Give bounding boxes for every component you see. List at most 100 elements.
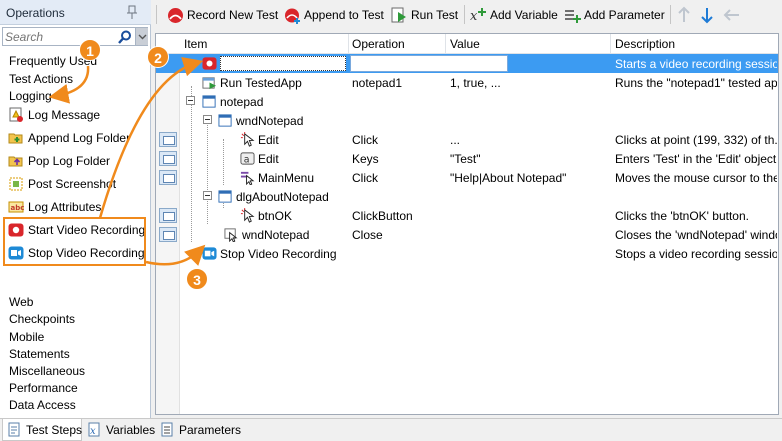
start-video-recording-icon (202, 57, 217, 70)
collapse-toggle[interactable] (203, 191, 212, 200)
video-ops-highlight (3, 217, 146, 266)
test-steps-icon (8, 422, 20, 437)
column-divider[interactable] (348, 34, 349, 54)
callout-badge-1: 1 (79, 39, 101, 61)
row-indicator[interactable] (159, 227, 177, 242)
row-indicator[interactable] (159, 170, 177, 185)
column-header-description[interactable]: Description (615, 37, 675, 51)
operation-cell[interactable]: Click (352, 133, 444, 147)
run-tested-app-icon (202, 77, 217, 90)
parameters-icon (161, 422, 173, 437)
column-divider[interactable] (610, 34, 611, 54)
item-cell[interactable]: MainMenu (258, 171, 346, 185)
operation-cell[interactable]: ClickButton (352, 209, 444, 223)
description-cell[interactable]: Moves the mouse cursor to the... (615, 171, 777, 185)
pin-icon[interactable] (124, 4, 140, 20)
add-parameter-icon (565, 10, 581, 23)
record-new-test-button[interactable]: Record New Test (167, 4, 279, 26)
description-cell[interactable]: Clicks the 'btnOK' button. (615, 209, 777, 223)
item-cell[interactable]: notepad (220, 95, 346, 109)
category-performance[interactable]: Performance (9, 381, 78, 395)
table-row[interactable]: MainMenu Click "Help|About Notepad" Move… (156, 168, 778, 187)
category-logging[interactable]: Logging (9, 89, 52, 103)
category-checkpoints[interactable]: Checkpoints (9, 312, 75, 326)
description-cell[interactable]: Runs the "notepad1" tested ap... (615, 76, 777, 90)
add-parameter-button[interactable]: Add Parameter (564, 4, 670, 26)
tab-test-steps[interactable]: Test Steps (2, 419, 82, 441)
table-row[interactable]: a Edit Keys "Test" Enters 'Test' in the … (156, 149, 778, 168)
table-row[interactable]: wndNotepad Close Closes the 'wndNotepad'… (156, 225, 778, 244)
row-indicator[interactable] (159, 151, 177, 166)
table-row[interactable]: dlgAboutNotepad (156, 187, 778, 206)
table-row[interactable]: wndNotepad (156, 111, 778, 130)
item-cell[interactable]: Edit (258, 133, 346, 147)
category-web[interactable]: Web (9, 295, 33, 309)
column-header-value[interactable]: Value (450, 37, 480, 51)
process-icon (202, 95, 216, 108)
collapse-toggle[interactable] (203, 115, 212, 124)
collapse-toggle[interactable] (186, 96, 195, 105)
search-icon[interactable] (117, 29, 133, 45)
row-indicator[interactable] (159, 132, 177, 147)
value-cell[interactable]: ... (450, 133, 608, 147)
category-miscellaneous[interactable]: Miscellaneous (9, 364, 85, 378)
value-cell[interactable]: 1, true, ... (450, 76, 608, 90)
description-cell[interactable]: Stops a video recording sessio... (615, 247, 777, 261)
append-record-icon (285, 8, 300, 24)
search-dropdown-button[interactable] (135, 28, 148, 45)
item-cell[interactable]: wndNotepad (236, 114, 346, 128)
operation-cell[interactable]: Click (352, 171, 444, 185)
table-row[interactable]: btnOK ClickButton Clicks the 'btnOK' but… (156, 206, 778, 225)
move-left-icon[interactable] (723, 7, 741, 23)
item-cell[interactable]: Run TestedApp (220, 76, 346, 90)
toolbar-separator (670, 5, 671, 24)
operation-cell[interactable]: Keys (352, 152, 444, 166)
description-cell[interactable]: Clicks at point (199, 332) of th... (615, 133, 777, 147)
close-window-icon (224, 228, 238, 242)
operation-cell[interactable]: notepad1 (352, 76, 444, 90)
window-icon (218, 114, 232, 127)
value-cell[interactable]: "Test" (450, 152, 608, 166)
description-cell[interactable]: Starts a video recording sessio... (615, 57, 777, 71)
move-up-icon[interactable] (677, 6, 691, 24)
svg-text:abc: abc (11, 204, 25, 212)
description-cell[interactable]: Closes the 'wndNotepad' window. (615, 228, 777, 242)
table-row[interactable]: Start Video Recording Starts a video rec… (156, 54, 778, 73)
column-header-item[interactable]: Item (184, 37, 207, 51)
category-test-actions[interactable]: Test Actions (9, 72, 73, 86)
callout-badge-2: 2 (147, 46, 169, 68)
svg-text:x: x (470, 9, 478, 24)
move-down-icon[interactable] (700, 6, 714, 24)
table-row[interactable]: notepad (156, 92, 778, 111)
table-row[interactable]: Edit Click ... Clicks at point (199, 332… (156, 130, 778, 149)
table-row[interactable]: Stop Video Recording Stops a video recor… (156, 244, 778, 263)
run-test-button[interactable]: Run Test (391, 4, 461, 26)
item-cell[interactable]: wndNotepad (242, 228, 346, 242)
search-input[interactable] (5, 29, 115, 44)
variables-icon: x (88, 422, 100, 437)
value-cell[interactable]: "Help|About Notepad" (450, 171, 608, 185)
tab-variables[interactable]: x Variables (83, 419, 155, 441)
row-indicator[interactable] (159, 208, 177, 223)
column-divider[interactable] (445, 34, 446, 54)
operation-cell[interactable]: Close (352, 228, 444, 242)
item-cell[interactable]: Edit (258, 152, 346, 166)
operation-cell-editor[interactable] (350, 55, 508, 72)
category-statements[interactable]: Statements (9, 347, 70, 361)
item-cell[interactable]: Start Video Recording (220, 56, 346, 71)
append-to-test-button[interactable]: Append to Test (284, 4, 388, 26)
description-cell[interactable]: Enters 'Test' in the 'Edit' object. (615, 152, 777, 166)
log-message-icon (9, 107, 23, 122)
tab-parameters[interactable]: Parameters (156, 419, 241, 441)
category-data-access[interactable]: Data Access (9, 398, 76, 412)
table-row[interactable]: Run TestedApp notepad1 1, true, ... Runs… (156, 73, 778, 92)
column-header-operation[interactable]: Operation (352, 37, 405, 51)
click-icon (240, 132, 255, 147)
search-box[interactable] (2, 27, 148, 46)
item-cell[interactable]: dlgAboutNotepad (236, 190, 346, 204)
category-mobile[interactable]: Mobile (9, 330, 44, 344)
item-cell[interactable]: Stop Video Recording (220, 247, 346, 261)
add-variable-button[interactable]: x Add Variable (470, 4, 560, 26)
item-cell[interactable]: btnOK (258, 209, 346, 223)
svg-text:a: a (244, 154, 250, 165)
